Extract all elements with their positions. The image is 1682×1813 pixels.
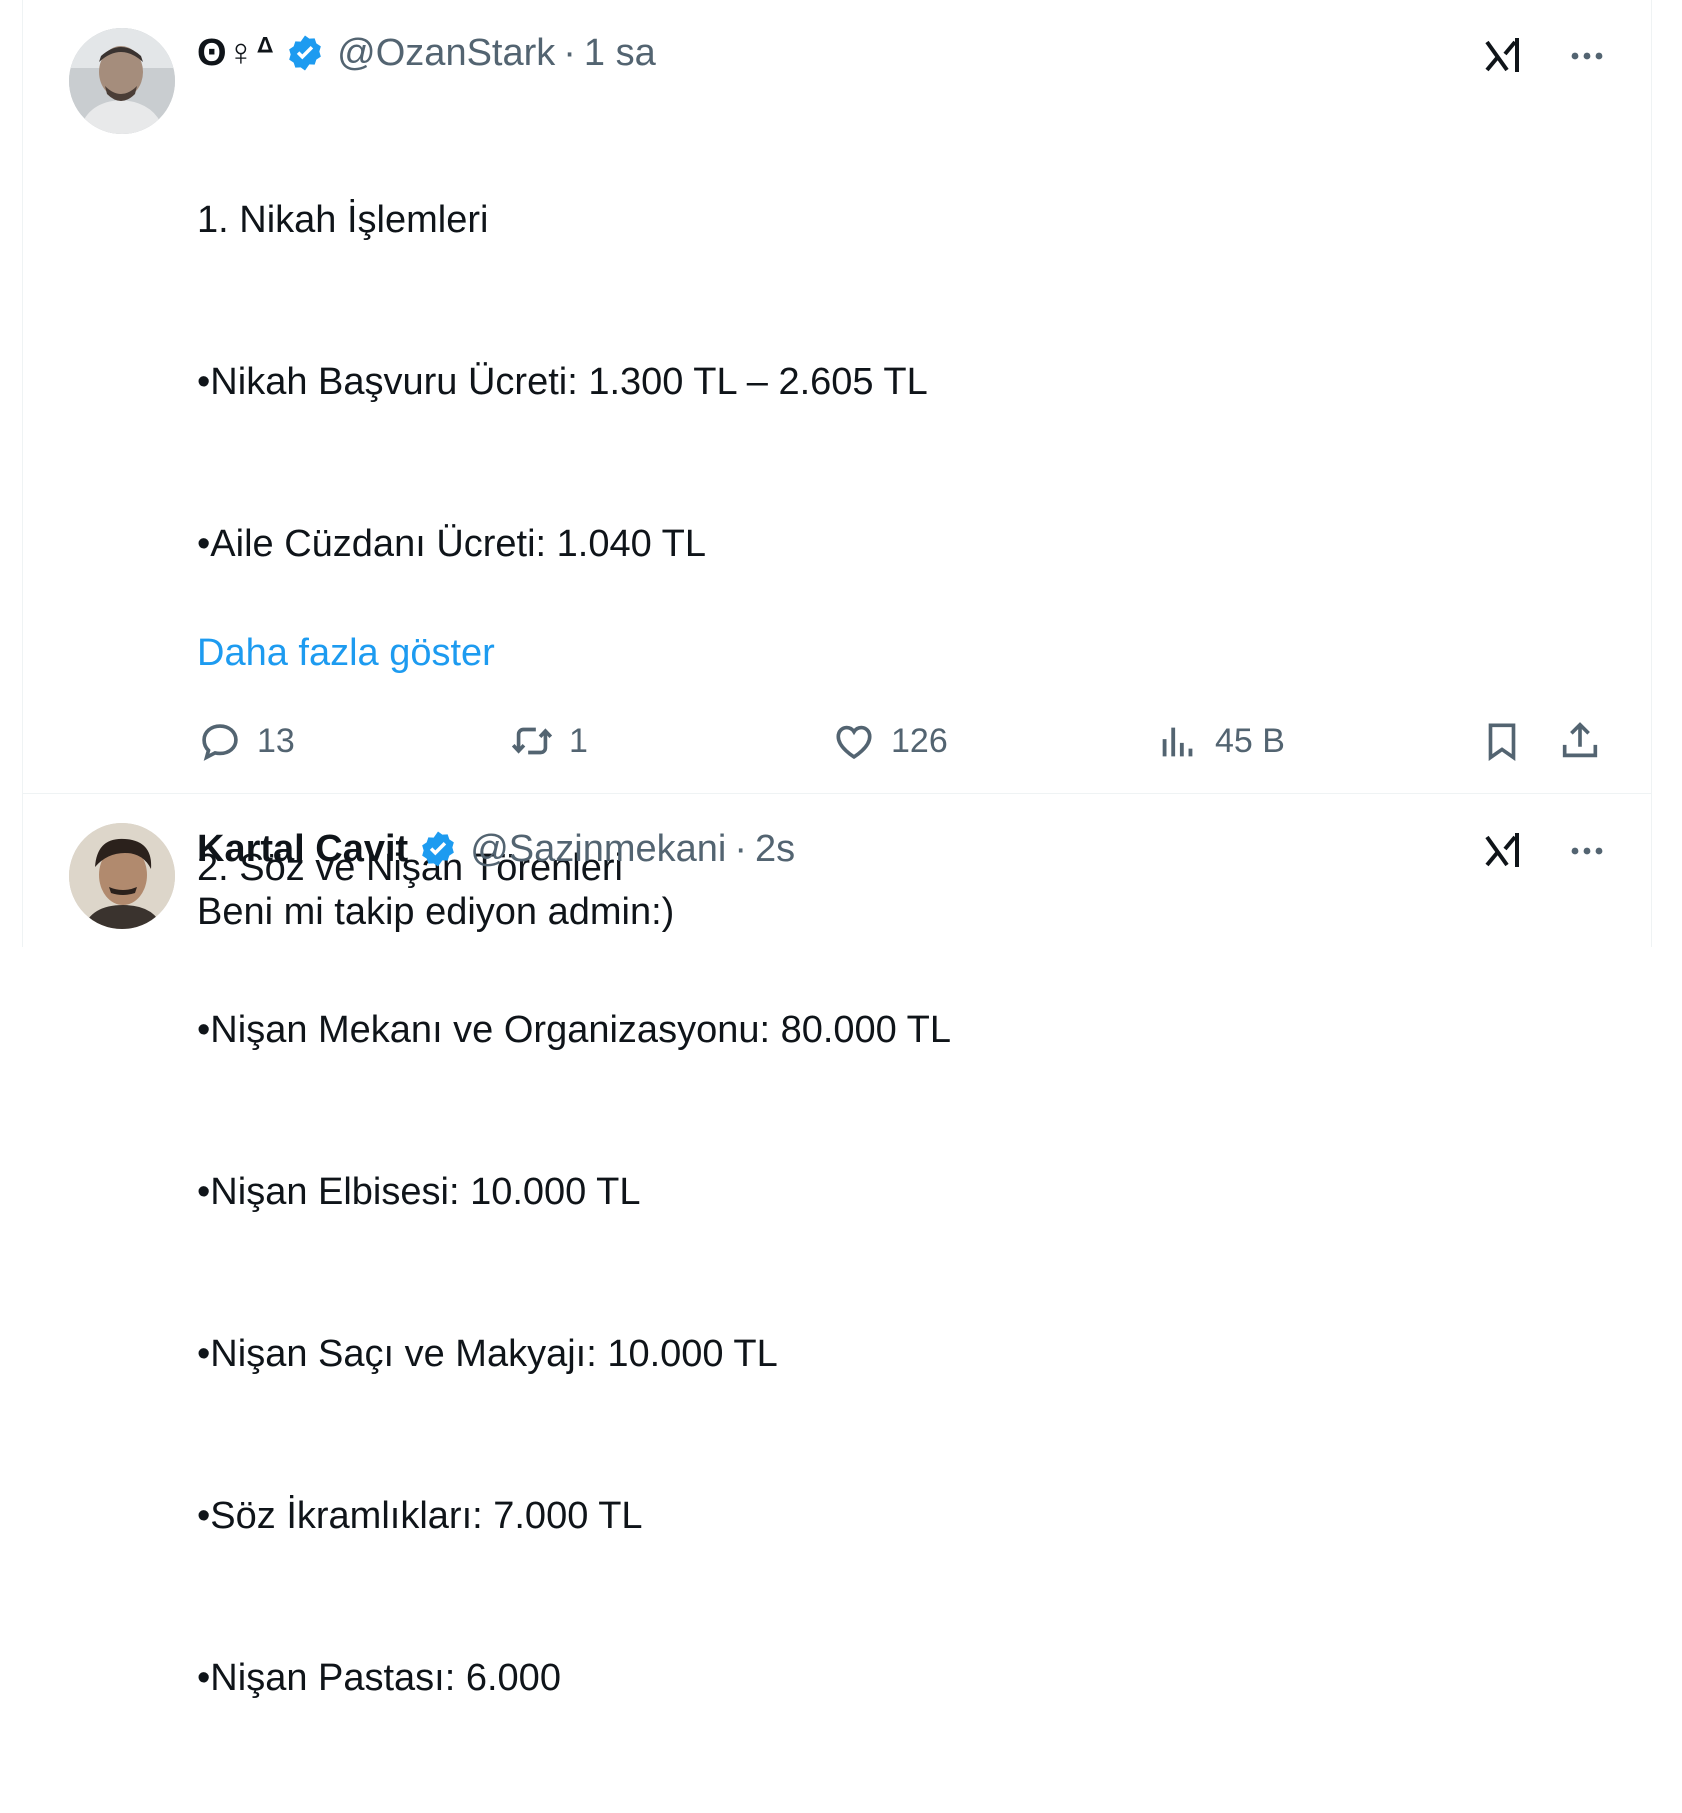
tweet-action-bar: 13 1 126 45 B [197, 718, 1613, 774]
tweet[interactable]: Kartal Cavit @Sazinmekani · 2s Beni mi t… [23, 793, 1651, 947]
tweet-text-line: 1. Nikah İşlemleri [197, 199, 489, 241]
more-icon[interactable] [1563, 32, 1611, 80]
tweet-text-line: •Nikah Başvuru Ücreti: 1.300 TL – 2.605 … [197, 361, 928, 403]
reply-button[interactable]: 13 [197, 718, 295, 764]
tweet-text-line: •Nişan Mekanı ve Organizasyonu: 80.000 T… [197, 1009, 952, 1051]
tweet-text-line: •Söz İkramlıkları: 7.000 TL [197, 1495, 643, 1537]
separator-dot: · [563, 32, 576, 74]
tweet-text: 1. Nikah İşlemleri •Nikah Başvuru Ücreti… [197, 85, 951, 1813]
tweet-header: Kartal Cavit @Sazinmekani · 2s [197, 826, 795, 872]
timeline: ʘ♀ᐞ @OzanStark · 1 sa 1. Nikah İşlemleri… [22, 0, 1652, 1699]
tweet-text-line: •Nişan Elbisesi: 10.000 TL [197, 1171, 641, 1213]
user-handle[interactable]: @OzanStark [337, 30, 555, 76]
show-more-link[interactable]: Daha fazla göster [197, 626, 495, 680]
retweet-count: 1 [569, 721, 588, 760]
bookmark-icon [1488, 723, 1516, 761]
separator-dot: · [734, 828, 747, 870]
tweet-top-actions [1479, 32, 1611, 80]
more-icon[interactable] [1563, 827, 1611, 875]
grok-icon[interactable] [1479, 827, 1527, 875]
verified-badge-icon [289, 35, 322, 71]
tweet-top-actions [1479, 827, 1611, 875]
share-icon [1562, 722, 1598, 758]
timestamp[interactable]: 2s [755, 826, 795, 872]
retweet-icon [511, 727, 553, 755]
tweet-text-line: •Aile Cüzdanı Ücreti: 1.040 TL [197, 523, 706, 565]
user-handle[interactable]: @Sazinmekani [470, 826, 726, 872]
reply-icon [202, 724, 238, 761]
views-count: 45 B [1215, 721, 1285, 760]
avatar[interactable] [69, 823, 175, 929]
retweet-button[interactable]: 1 [509, 718, 588, 764]
reply-count: 13 [257, 721, 295, 760]
verified-badge-icon [422, 831, 455, 867]
tweet-header: ʘ♀ᐞ @OzanStark · 1 sa [197, 30, 656, 76]
timestamp[interactable]: 1 sa [584, 30, 656, 76]
like-icon [836, 725, 872, 760]
bookmark-button[interactable] [1479, 718, 1525, 764]
tweet-text: Beni mi takip ediyon admin:) [197, 891, 675, 933]
tweet-text-line: •Nişan Pastası: 6.000 [197, 1657, 561, 1699]
display-name[interactable]: Kartal Cavit [197, 826, 408, 872]
tweet-text-line: •Nişan Saçı ve Makyajı: 10.000 TL [197, 1333, 778, 1375]
tweet[interactable]: ʘ♀ᐞ @OzanStark · 1 sa 1. Nikah İşlemleri… [23, 0, 1651, 1699]
grok-icon[interactable] [1479, 32, 1527, 80]
views-icon [1162, 727, 1193, 757]
share-button[interactable] [1557, 718, 1603, 764]
like-count: 126 [891, 721, 948, 760]
display-name[interactable]: ʘ♀ᐞ [197, 30, 275, 76]
views-button[interactable]: 45 B [1155, 718, 1285, 764]
avatar[interactable] [69, 28, 175, 134]
like-button[interactable]: 126 [831, 718, 948, 764]
